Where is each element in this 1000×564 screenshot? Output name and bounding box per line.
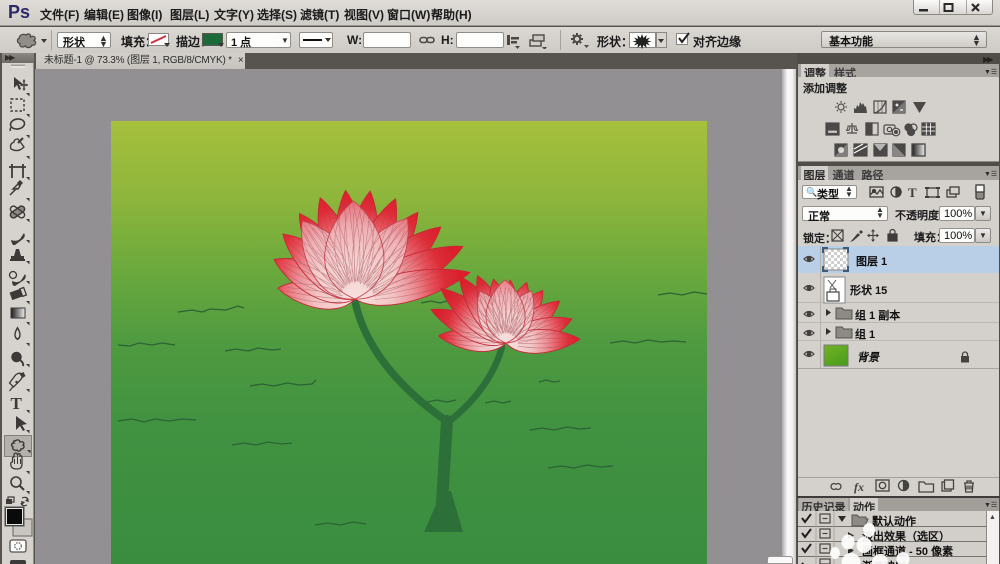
svg-text:T: T: [11, 394, 23, 413]
svg-text:fx: fx: [854, 480, 864, 494]
svg-text:T: T: [908, 185, 917, 200]
